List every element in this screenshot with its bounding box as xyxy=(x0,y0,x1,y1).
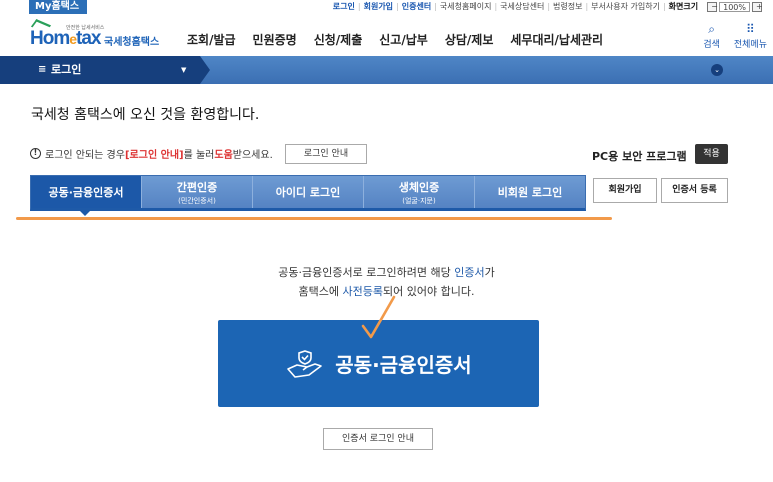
apply-button[interactable]: 적용 xyxy=(695,144,728,164)
big-button-label: 공동·금융인증서 xyxy=(335,353,472,377)
utility-bar: My홈택스 로그인 | 회원가입 | 인증센터 | 국세청홈페이지 | 국세상담센터 | … xyxy=(0,0,773,14)
zoom-in-icon[interactable]: + xyxy=(752,1,763,12)
expand-chevron-icon[interactable]: ⌄ xyxy=(711,64,723,76)
menu-apply[interactable]: 신청/제출 xyxy=(314,31,363,48)
util-consult-link[interactable]: 국세상담센터 xyxy=(497,1,547,12)
menu-tax-agent[interactable]: 세무대리/납세관리 xyxy=(510,31,603,48)
hometax-logo[interactable]: 안전한 납세서비스 Hometax 국세청홈택스 xyxy=(30,19,162,52)
logo-text: Hometax xyxy=(30,28,102,49)
join-button[interactable]: 회원가입 xyxy=(593,178,657,203)
tab-id-login[interactable]: 아이디 로그인 xyxy=(253,176,364,208)
header: 안전한 납세서비스 Hometax 국세청홈택스 조회/발급 민원증명 신청/제… xyxy=(0,14,773,56)
util-dept-user-link[interactable]: 부서사용자 가입하기 xyxy=(588,1,663,12)
tab-guest-login[interactable]: 비회원 로그인 xyxy=(475,176,585,208)
util-law-link[interactable]: 법령정보 xyxy=(550,1,585,12)
util-screen-size-label: 화면크기 xyxy=(668,2,699,11)
breadcrumb[interactable]: ≡ 로그인 ▼ xyxy=(0,56,210,84)
login-tabs: 공동·금융인증서 간편인증 (민간인증서) 아이디 로그인 생체인증 (얼굴·지문)… xyxy=(30,175,586,211)
cert-login-guide-button[interactable]: 인증서 로그인 안내 xyxy=(323,428,433,450)
util-cert-center-link[interactable]: 인증센터 xyxy=(399,1,434,12)
util-join-link[interactable]: 회원가입 xyxy=(361,1,396,12)
menu-report-pay[interactable]: 신고/납부 xyxy=(379,31,428,48)
zoom-out-icon[interactable]: − xyxy=(707,1,718,12)
alert-icon: ! xyxy=(30,148,41,159)
tab-biometric[interactable]: 생체인증 (얼굴·지문) xyxy=(364,176,475,208)
main-menu: 조회/발급 민원증명 신청/제출 신고/납부 상담/제보 세무대리/납세관리 xyxy=(187,31,620,48)
all-menu-button[interactable]: ⠿ 전체메뉴 xyxy=(734,23,767,50)
hamburger-icon: ≡ xyxy=(38,64,47,75)
pc-security-label: PC용 보안 프로그램 xyxy=(592,150,687,163)
menu-consult[interactable]: 상담/제보 xyxy=(445,31,494,48)
search-button[interactable]: ⌕ 검색 xyxy=(703,23,720,50)
tab-simple-auth[interactable]: 간편인증 (민간인증서) xyxy=(142,176,253,208)
util-login-link[interactable]: 로그인 xyxy=(330,1,358,12)
highlight-underline xyxy=(16,217,612,220)
page-title: 국세청 홈택스에 오신 것을 환영합니다. xyxy=(31,107,260,123)
active-tab-pointer xyxy=(80,211,90,216)
chevron-down-icon: ▼ xyxy=(181,66,187,74)
logo-name: 국세청홈택스 xyxy=(104,37,160,48)
cert-register-button[interactable]: 인증서 등록 xyxy=(661,178,728,203)
login-notice: ! 로그인 안되는 경우 [로그인 안내] 를 눌러 도움 받으세요. xyxy=(30,146,273,161)
menu-inquiry[interactable]: 조회/발급 xyxy=(187,31,236,48)
tab-joint-financial-cert[interactable]: 공동·금융인증서 xyxy=(31,176,142,208)
login-guide-button[interactable]: 로그인 안내 xyxy=(285,144,367,164)
header-icons: ⌕ 검색 ⠿ 전체메뉴 xyxy=(703,23,767,50)
zoom-value: 100% xyxy=(719,1,750,12)
location-bar: ≡ 로그인 ▼ ⌄ xyxy=(0,56,773,84)
my-hometax-button[interactable]: My홈택스 xyxy=(29,0,87,14)
search-icon: ⌕ xyxy=(708,22,715,36)
hand-cert-icon xyxy=(287,349,323,378)
description-line-1: 공동·금융인증서로 로그인하려면 해당 인증서가 xyxy=(278,266,495,279)
menu-certificate[interactable]: 민원증명 xyxy=(253,31,297,48)
util-nts-home-link[interactable]: 국세청홈페이지 xyxy=(437,1,495,12)
grid-icon: ⠿ xyxy=(746,22,755,36)
checkmark-annotation-icon xyxy=(361,295,396,339)
utility-links: 로그인 | 회원가입 | 인증센터 | 국세청홈페이지 | 국세상담센터 | 법령정보 | … xyxy=(330,1,765,12)
